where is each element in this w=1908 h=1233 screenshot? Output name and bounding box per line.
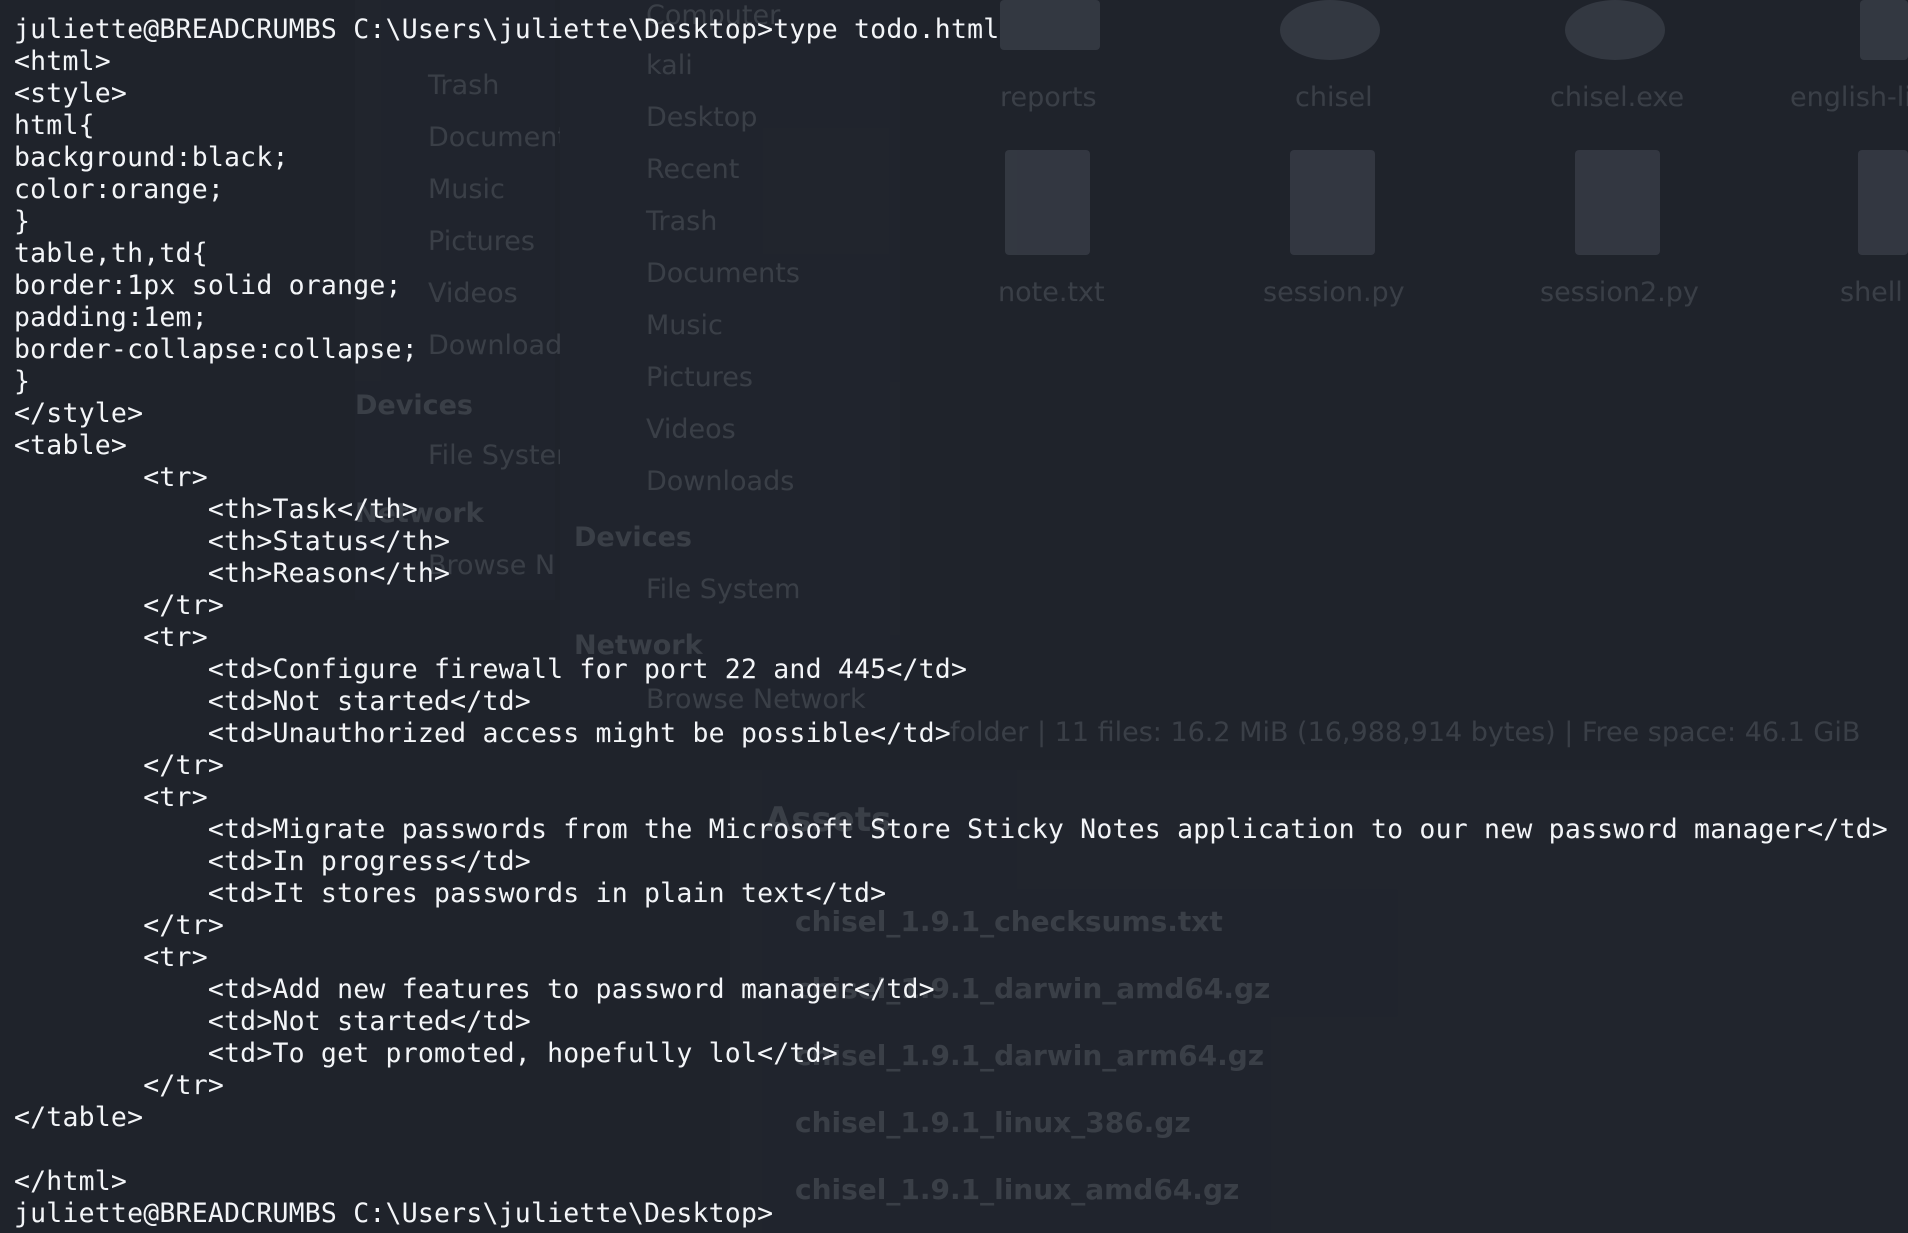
terminal-line: </html> xyxy=(14,1166,128,1197)
terminal-line: <th>Reason</th> xyxy=(14,558,451,589)
terminal-line: <th>Task</th> xyxy=(14,494,418,525)
terminal-line: </tr> xyxy=(14,1070,225,1101)
terminal-line: </tr> xyxy=(14,750,225,781)
terminal-line: <td>Unauthorized access might be possibl… xyxy=(14,718,951,749)
terminal-line: <td>Add new features to password manager… xyxy=(14,974,935,1005)
terminal-line: table,th,td{ xyxy=(14,238,208,269)
terminal-line: <td>Configure firewall for port 22 and 4… xyxy=(14,654,968,685)
terminal-line: <td>Not started</td> xyxy=(14,686,531,717)
terminal-line: } xyxy=(14,366,31,397)
terminal-line: <td>Not started</td> xyxy=(14,1006,531,1037)
terminal-line: html{ xyxy=(14,110,95,141)
terminal-command-line: juliette@BREADCRUMBS C:\Users\juliette\D… xyxy=(14,14,1000,45)
terminal-line: <th>Status</th> xyxy=(14,526,451,557)
terminal-line: padding:1em; xyxy=(14,302,208,333)
terminal-line: <td>It stores passwords in plain text</t… xyxy=(14,878,887,909)
terminal-line: border:1px solid orange; xyxy=(14,270,402,301)
terminal-line: <table> xyxy=(14,430,128,461)
terminal-line: </table> xyxy=(14,1102,144,1133)
terminal-line: </style> xyxy=(14,398,144,429)
terminal-line: <html> xyxy=(14,46,111,77)
terminal-prompt[interactable]: juliette@BREADCRUMBS C:\Users\juliette\D… xyxy=(14,1198,1888,1230)
terminal-line: } xyxy=(14,206,31,237)
terminal-line: border-collapse:collapse; xyxy=(14,334,418,365)
terminal-line: background:black; xyxy=(14,142,289,173)
terminal-line: <td>Migrate passwords from the Microsoft… xyxy=(14,814,1888,845)
terminal-line: <style> xyxy=(14,78,128,109)
terminal-line: color:orange; xyxy=(14,174,225,205)
terminal-line: <tr> xyxy=(14,622,208,653)
terminal-line: </tr> xyxy=(14,590,225,621)
terminal-line: <tr> xyxy=(14,782,208,813)
terminal-line: <tr> xyxy=(14,942,208,973)
terminal-line: </tr> xyxy=(14,910,225,941)
terminal-line: <td>In progress</td> xyxy=(14,846,531,877)
terminal-line: <td>To get promoted, hopefully lol</td> xyxy=(14,1038,838,1069)
terminal-output[interactable]: juliette@BREADCRUMBS C:\Users\juliette\D… xyxy=(14,14,1888,1230)
terminal-line: <tr> xyxy=(14,462,208,493)
